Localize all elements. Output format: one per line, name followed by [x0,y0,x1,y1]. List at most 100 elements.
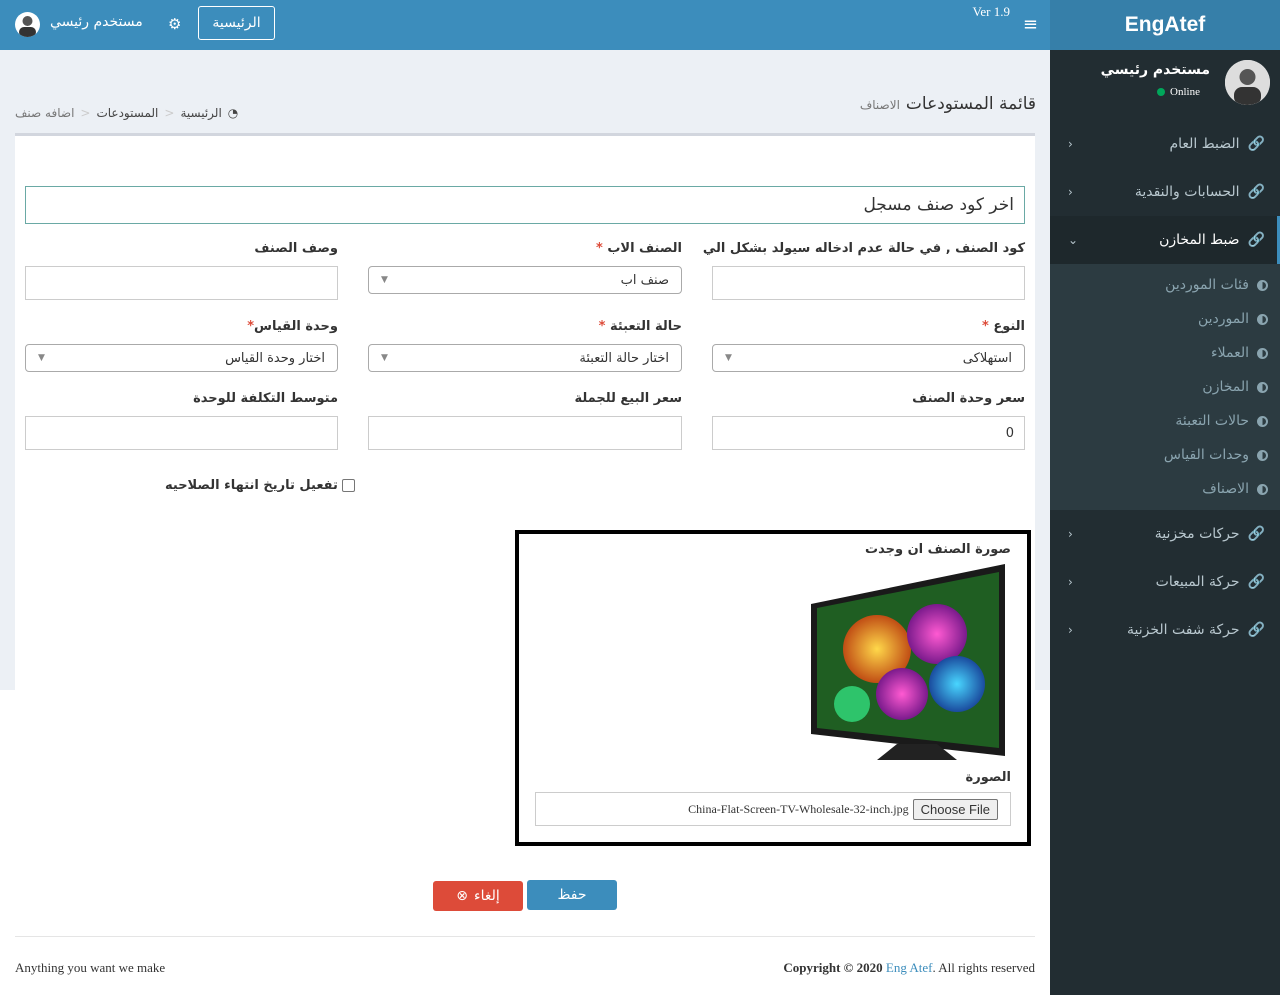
unit-label: وحدة القياس* [247,319,338,334]
dashboard-icon: ◔ [227,106,239,120]
parent-select[interactable]: صنف اب ▼ [368,266,682,294]
circle-half-icon [1257,449,1268,461]
type-select-value: استهلاكى [962,350,1012,366]
submenu-label: العملاء [1211,345,1249,361]
breadcrumb-current: اضافه صنف [15,106,75,120]
chevron-left-icon: ‹ [1068,137,1073,151]
dropdown-arrow-icon: ▼ [381,275,388,285]
menu-label: حركة شفت الخزنية [1127,622,1240,638]
unit-label-text: وحدة القياس [254,319,338,334]
home-button[interactable]: الرئيسية [198,6,275,40]
sidebar-item-general[interactable]: 🔗 الضبط العام ‹ [1050,120,1280,168]
status-text: Online [1170,86,1200,98]
chevron-left-icon: ‹ [1068,623,1073,637]
circle-half-icon [1257,279,1268,291]
menu-toggle-icon[interactable]: ≡ [1023,14,1038,35]
breadcrumb-separator: > [164,106,175,120]
form-divider [15,936,1035,937]
copyright-link[interactable]: Eng Atef [886,960,933,975]
sidebar-item-accounts[interactable]: 🔗 الحسابات والنقدية ‹ [1050,168,1280,216]
copyright-suffix: . All rights reserved [932,960,1035,975]
user-avatar[interactable] [15,12,40,37]
expiry-checkbox-row: تفعيل تاريخ انتهاء الصلاحيه [165,478,355,493]
top-user-name[interactable]: مستخدم رئيسي [50,14,143,30]
brand-logo[interactable]: EngAtef [1050,0,1280,50]
file-input: China-Flat-Screen-TV-Wholesale-32-inch.j… [535,792,1011,826]
link-icon: 🔗 [1247,232,1265,248]
code-label: كود الصنف , في حالة عدم ادخاله سيولد بشك… [702,241,1025,256]
link-icon: 🔗 [1247,622,1265,638]
sidebar-subitem-customers[interactable]: العملاء [1050,336,1280,370]
menu-label: حركات مخزنية [1154,526,1240,542]
link-icon: 🔗 [1247,574,1265,590]
submenu-label: وحدات القياس [1163,447,1249,463]
online-status: Online [1157,86,1200,98]
pack-select[interactable]: اختار حالة التعبئة ▼ [368,344,682,372]
dropdown-arrow-icon: ▼ [725,353,732,363]
submenu-label: المخازن [1202,379,1249,395]
avgcost-input[interactable] [25,416,338,450]
item-image-preview [807,564,1009,766]
last-code-display: اخر كود صنف مسجل [25,186,1025,224]
sidebar-subitem-stores[interactable]: المخازن [1050,370,1280,404]
type-label: النوع * [982,319,1025,334]
sidebar-item-stores[interactable]: 🔗 ضبط المخازن ⌄ [1050,216,1280,264]
breadcrumb-stores[interactable]: المستودعات [96,106,158,120]
cancel-button[interactable]: إلغاء ⊗ [433,881,523,911]
breadcrumb-home[interactable]: الرئيسية [180,106,221,120]
wholesale-input[interactable] [368,416,682,450]
expiry-checkbox[interactable] [341,479,355,492]
parent-label-text: الصنف الاب [607,241,682,256]
price-input[interactable]: 0 [712,416,1025,450]
required-mark: * [981,319,989,334]
sidebar-subitem-items[interactable]: الاصناف [1050,472,1280,506]
version-label: Ver 1.9 [972,4,1010,19]
sidebar-menu: 🔗 الضبط العام ‹ 🔗 الحسابات والنقدية ‹ 🔗 ضبط ا… [1050,120,1280,654]
sidebar-user-name: مستخدم رئيسي [1100,62,1210,78]
price-label: سعر وحدة الصنف [912,391,1025,406]
chevron-down-icon: ⌄ [1068,233,1079,247]
breadcrumb-separator: > [80,106,91,120]
sidebar-subitem-packaging[interactable]: حالات التعبئة [1050,404,1280,438]
menu-label: ضبط المخازن [1159,232,1240,248]
sidebar-item-sales[interactable]: 🔗 حركة المبيعات ‹ [1050,558,1280,606]
sidebar-item-shift[interactable]: 🔗 حركة شفت الخزنية ‹ [1050,606,1280,654]
sidebar: EngAtef مستخدم رئيسي Online 🔗 الضبط العام… [1050,0,1280,995]
item-code-input[interactable] [712,266,1025,300]
sidebar-subitem-units[interactable]: وحدات القياس [1050,438,1280,472]
item-desc-input[interactable] [25,266,338,300]
circle-half-icon [1257,313,1268,325]
content-header: قائمة المستودعات الاصناف اضافه صنف > الم… [0,50,1050,130]
page-title-text: قائمة المستودعات [905,94,1036,114]
choose-file-button[interactable]: Choose File [912,798,998,820]
parent-label: الصنف الاب * [596,241,682,256]
circle-half-icon [1257,347,1268,359]
unit-select[interactable]: اختار وحدة القياس ▼ [25,344,338,372]
menu-label: حركة المبيعات [1155,574,1240,590]
online-dot-icon [1157,88,1166,96]
sidebar-subitem-suppliers[interactable]: الموردين [1050,302,1280,336]
page-title: قائمة المستودعات الاصناف [860,94,1036,114]
link-icon: 🔗 [1247,526,1265,542]
gears-icon[interactable]: ⚙ [168,15,181,33]
item-form-box: اخر كود صنف مسجل كود الصنف , في حالة عدم… [15,133,1035,938]
chevron-left-icon: ‹ [1068,575,1073,589]
stores-submenu: فئات الموردين الموردين العملاء المخازن ح… [1050,264,1280,510]
type-label-text: النوع [993,319,1025,334]
image-upload-box: صورة الصنف ان وجدت الصورة China-Flat-Scr… [515,530,1031,846]
user-panel: مستخدم رئيسي Online [1050,60,1280,120]
image-label: الصورة [965,770,1011,785]
type-select[interactable]: استهلاكى ▼ [712,344,1025,372]
pack-label-text: حالة التعبئة [609,319,682,334]
breadcrumb: اضافه صنف > المستودعات > الرئيسية ◔ [15,106,238,120]
pack-select-value: اختار حالة التعبئة [579,350,669,366]
file-name: China-Flat-Screen-TV-Wholesale-32-inch.j… [688,801,909,816]
desc-label: وصف الصنف [254,241,338,256]
save-button[interactable]: حفظ [527,880,617,910]
sidebar-item-stock-moves[interactable]: 🔗 حركات مخزنية ‹ [1050,510,1280,558]
unit-select-value: اختار وحدة القياس [225,350,325,366]
circle-half-icon [1257,381,1268,393]
sidebar-subitem-supplier-categories[interactable]: فئات الموردين [1050,268,1280,302]
dropdown-arrow-icon: ▼ [381,353,388,363]
submenu-label: حالات التعبئة [1175,413,1249,429]
